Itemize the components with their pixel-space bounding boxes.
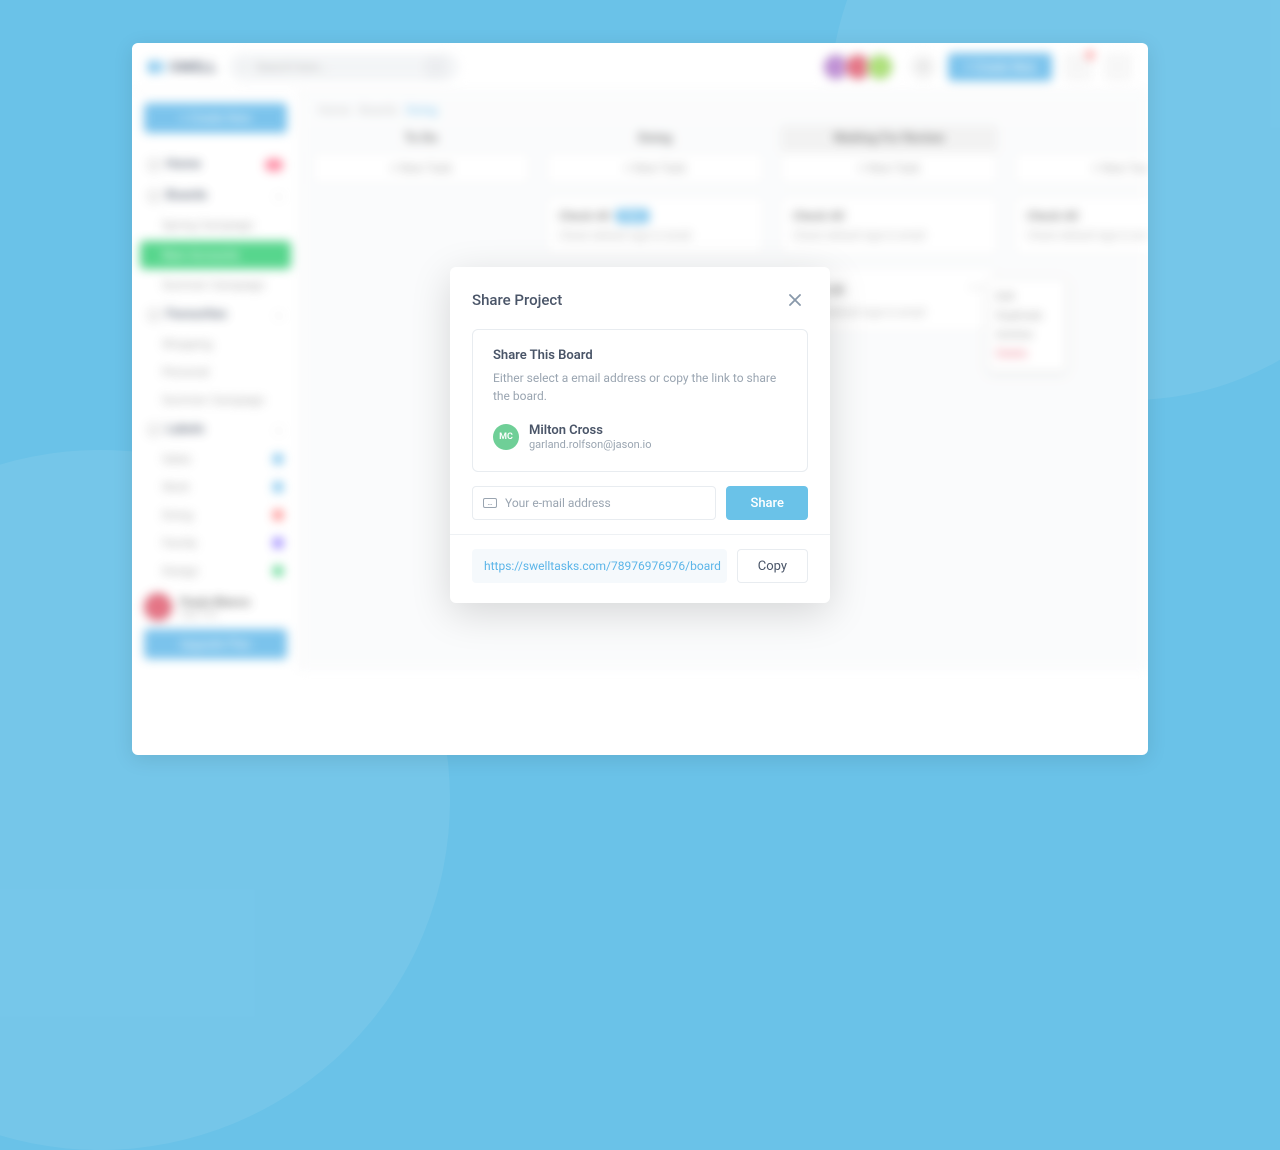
user-avatar-badge: MC xyxy=(493,424,519,450)
user-email: garland.rolfson@jason.io xyxy=(529,438,652,451)
info-title: Share This Board xyxy=(493,348,787,363)
email-placeholder: Your e-mail address xyxy=(505,496,611,510)
copy-button[interactable]: Copy xyxy=(737,549,808,583)
shared-user[interactable]: MC Milton Cross garland.rolfson@jason.io xyxy=(493,423,787,451)
share-info-box: Share This Board Either select a email a… xyxy=(472,329,808,472)
mail-icon xyxy=(483,498,497,508)
share-project-modal: Share Project Share This Board Either se… xyxy=(450,267,830,603)
close-button[interactable] xyxy=(782,287,808,313)
close-icon xyxy=(789,294,801,306)
modal-title: Share Project xyxy=(472,291,562,309)
share-link[interactable]: https://swelltasks.com/78976976976/board xyxy=(472,549,727,583)
info-description: Either select a email address or copy th… xyxy=(493,369,787,405)
modal-overlay: Share Project Share This Board Either se… xyxy=(132,43,1148,755)
user-name: Milton Cross xyxy=(529,423,652,438)
divider xyxy=(450,534,830,535)
email-input[interactable]: Your e-mail address xyxy=(472,486,716,520)
share-button[interactable]: Share xyxy=(726,486,808,520)
